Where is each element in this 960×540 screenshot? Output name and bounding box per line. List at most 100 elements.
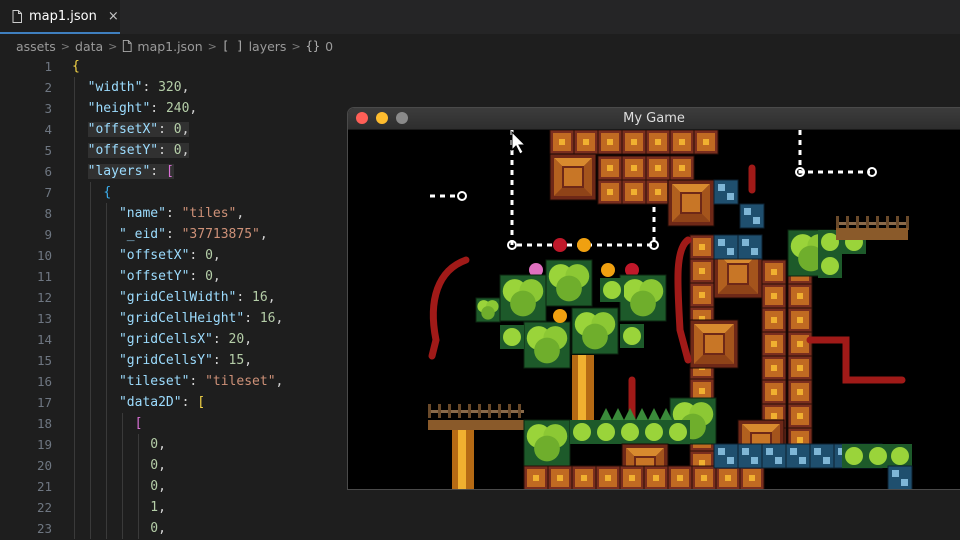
file-icon (123, 40, 133, 52)
game-window-titlebar[interactable]: My Game (348, 108, 960, 130)
crate-tile (679, 165, 685, 171)
fence (428, 404, 431, 418)
code-line: { (72, 182, 362, 203)
json-number: 0 (173, 122, 182, 137)
crate-tile (655, 165, 661, 171)
json-key: "width" (87, 80, 143, 95)
code-line: "gridCellsY": 15, (72, 350, 362, 371)
json-number: 320 (158, 80, 182, 95)
code-line: "gridCellHeight": 16, (72, 308, 362, 329)
bracket: [ (197, 395, 206, 410)
big-crate-tile (680, 192, 702, 214)
metal-tile (753, 217, 760, 224)
code-line: 1, (72, 497, 362, 518)
line-number: 19 (36, 437, 52, 452)
fence (478, 404, 481, 418)
json-number: 0 (205, 269, 213, 284)
crate-tile (581, 475, 587, 481)
crate-tile (797, 365, 803, 371)
line-number: 18 (36, 416, 52, 431)
line-number: 15 (36, 353, 52, 368)
json-string: "tileset" (205, 374, 276, 389)
breadcrumb-layers[interactable]: layers (249, 39, 287, 54)
fence (856, 216, 859, 230)
json-key: "offsetX" (118, 248, 190, 263)
code-line: "gridCellWidth": 16, (72, 287, 362, 308)
json-key: "gridCellHeight" (118, 311, 245, 326)
code-line: [ (72, 413, 362, 434)
metal-tile (713, 179, 739, 205)
crate-tile (655, 189, 661, 195)
tab-close-icon[interactable]: × (108, 9, 119, 24)
code-line: "tileset": "tileset", (72, 371, 362, 392)
json-key: "layers" (87, 164, 151, 179)
code-line: "offsetY": 0, (72, 266, 362, 287)
bush-tile (821, 257, 839, 275)
metal-tile (742, 448, 749, 455)
tab-filename: map1.json (29, 8, 97, 24)
crate-tile (559, 139, 565, 145)
path-node (457, 191, 467, 201)
bush-tile (869, 447, 887, 465)
code-line: "_eid": "37713875", (72, 224, 362, 245)
metal-tile (718, 448, 725, 455)
breadcrumb-layer-0[interactable]: 0 (325, 39, 333, 54)
metal-tile (727, 248, 734, 255)
bush-tile (582, 323, 608, 350)
metal-tile (901, 479, 908, 486)
json-key: "data2D" (118, 395, 182, 410)
metal-tile (718, 184, 725, 191)
metal-tile (809, 443, 835, 469)
dotted-path (798, 130, 870, 174)
metal-tile (761, 443, 787, 469)
code-line: "layers": [ (72, 161, 362, 182)
crate-tile (699, 460, 705, 466)
crate-tile (771, 365, 777, 371)
fence (896, 216, 899, 230)
breadcrumb-data[interactable]: data (75, 39, 103, 54)
breadcrumb: assets > data > map1.json > [ ] layers >… (16, 37, 333, 55)
file-icon (12, 9, 22, 23)
json-string: "tiles" (181, 206, 237, 221)
bush-tile (503, 328, 521, 346)
big-crate-tile (562, 166, 584, 188)
line-number: 2 (44, 80, 52, 95)
breadcrumb-file[interactable]: map1.json (137, 39, 202, 54)
code-line: "height": 240, (72, 98, 362, 119)
code-line: "gridCellsX": 20, (72, 329, 362, 350)
tab-map1-json[interactable]: map1.json × (0, 0, 120, 34)
game-canvas[interactable] (348, 130, 960, 489)
metal-tile (887, 465, 913, 489)
crate-tile (607, 165, 613, 171)
crate-tile (655, 139, 661, 145)
metal-tile (892, 470, 899, 477)
bush-tile (623, 327, 641, 345)
bush-tile (630, 290, 656, 317)
fruit-pickup (577, 238, 591, 252)
code-line: 0, (72, 455, 362, 476)
crate-tile (607, 139, 613, 145)
code-line: "offsetY": 0, (72, 140, 362, 161)
crate-tile (771, 413, 777, 419)
metal-tile (814, 448, 821, 455)
breadcrumb-separator: > (207, 39, 217, 53)
json-number: 0 (205, 248, 213, 263)
wooden-platform (836, 228, 908, 240)
metal-tile (744, 208, 751, 215)
breadcrumb-assets[interactable]: assets (16, 39, 56, 54)
line-number: 23 (36, 521, 52, 536)
metal-tile (799, 457, 806, 464)
game-window[interactable]: My Game (348, 108, 960, 489)
metal-tile (742, 239, 749, 246)
crate-tile (771, 269, 777, 275)
crate-tile (583, 139, 589, 145)
code-line: 0, (72, 434, 362, 455)
red-pipe (428, 256, 470, 360)
line-number: 21 (36, 479, 52, 494)
crate-tile (771, 389, 777, 395)
line-number: 17 (36, 395, 52, 410)
code-editor[interactable]: { "width": 320, "height": 240, "offsetX"… (72, 56, 362, 539)
fence (846, 216, 849, 230)
metal-tile (718, 239, 725, 246)
metal-tile (790, 448, 797, 455)
